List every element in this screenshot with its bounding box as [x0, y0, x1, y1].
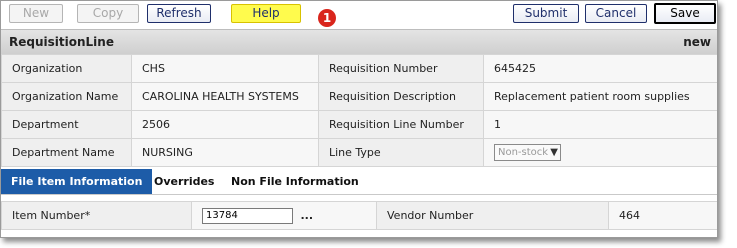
department-name-value: NURSING — [131, 138, 319, 167]
department-label: Department — [1, 110, 132, 139]
line-type-selected-value: Non-stock — [498, 147, 549, 158]
table-row: Organization Name CAROLINA HEALTH SYSTEM… — [1, 82, 717, 111]
save-button[interactable]: Save — [654, 3, 716, 24]
tab-overrides[interactable]: Overrides — [144, 169, 224, 194]
table-row: Organization CHS Requisition Number 6454… — [1, 54, 717, 83]
record-status: new — [683, 35, 711, 49]
section-header: RequisitionLine new — [1, 29, 717, 55]
tab-bar: File Item Information Overrides Non File… — [1, 169, 717, 195]
table-row: Item Number* 13784 ... Vendor Number 464 — [1, 201, 717, 230]
item-lookup-button[interactable]: ... — [301, 209, 314, 222]
callout-badge: 1 — [318, 9, 336, 27]
requisition-fields-table: Organization CHS Requisition Number 6454… — [1, 54, 717, 167]
toolbar: New Copy Refresh Help 1 Submit Cancel Sa… — [1, 1, 717, 27]
table-row: Department 2506 Requisition Line Number … — [1, 110, 717, 139]
item-number-cell: 13784 ... — [191, 201, 377, 230]
line-type-cell: Non-stock ▼ — [483, 138, 717, 167]
vendor-number-label: Vendor Number — [376, 201, 609, 230]
tab-file-item-information[interactable]: File Item Information — [1, 169, 153, 194]
organization-value: CHS — [131, 54, 319, 83]
department-name-label: Department Name — [1, 138, 132, 167]
requisition-line-number-value: 1 — [483, 110, 717, 139]
item-number-label: Item Number* — [1, 201, 192, 230]
new-button[interactable]: New — [9, 4, 63, 23]
requisition-line-number-label: Requisition Line Number — [318, 110, 484, 139]
requisition-line-window: New Copy Refresh Help 1 Submit Cancel Sa… — [0, 0, 718, 238]
organization-name-label: Organization Name — [1, 82, 132, 111]
table-row: Department Name NURSING Line Type Non-st… — [1, 138, 717, 167]
submit-button[interactable]: Submit — [513, 4, 579, 23]
copy-button[interactable]: Copy — [77, 4, 139, 23]
refresh-button[interactable]: Refresh — [147, 4, 211, 23]
requisition-number-value: 645425 — [483, 54, 717, 83]
help-button[interactable]: Help — [231, 4, 301, 23]
organization-label: Organization — [1, 54, 132, 83]
cancel-button[interactable]: Cancel — [585, 4, 647, 23]
organization-name-value: CAROLINA HEALTH SYSTEMS — [131, 82, 319, 111]
requisition-number-label: Requisition Number — [318, 54, 484, 83]
tab-non-file-information[interactable]: Non File Information — [221, 169, 369, 194]
line-type-select[interactable]: Non-stock ▼ — [494, 144, 561, 161]
vendor-number-value: 464 — [608, 201, 717, 230]
line-type-label: Line Type — [318, 138, 484, 167]
page-title: RequisitionLine — [9, 35, 114, 49]
item-number-input[interactable]: 13784 — [202, 207, 293, 224]
department-value: 2506 — [131, 110, 319, 139]
requisition-description-label: Requisition Description — [318, 82, 484, 111]
item-fields-table: Item Number* 13784 ... Vendor Number 464 — [1, 201, 717, 230]
requisition-description-value: Replacement patient room supplies — [483, 82, 717, 111]
chevron-down-icon: ▼ — [550, 147, 558, 158]
